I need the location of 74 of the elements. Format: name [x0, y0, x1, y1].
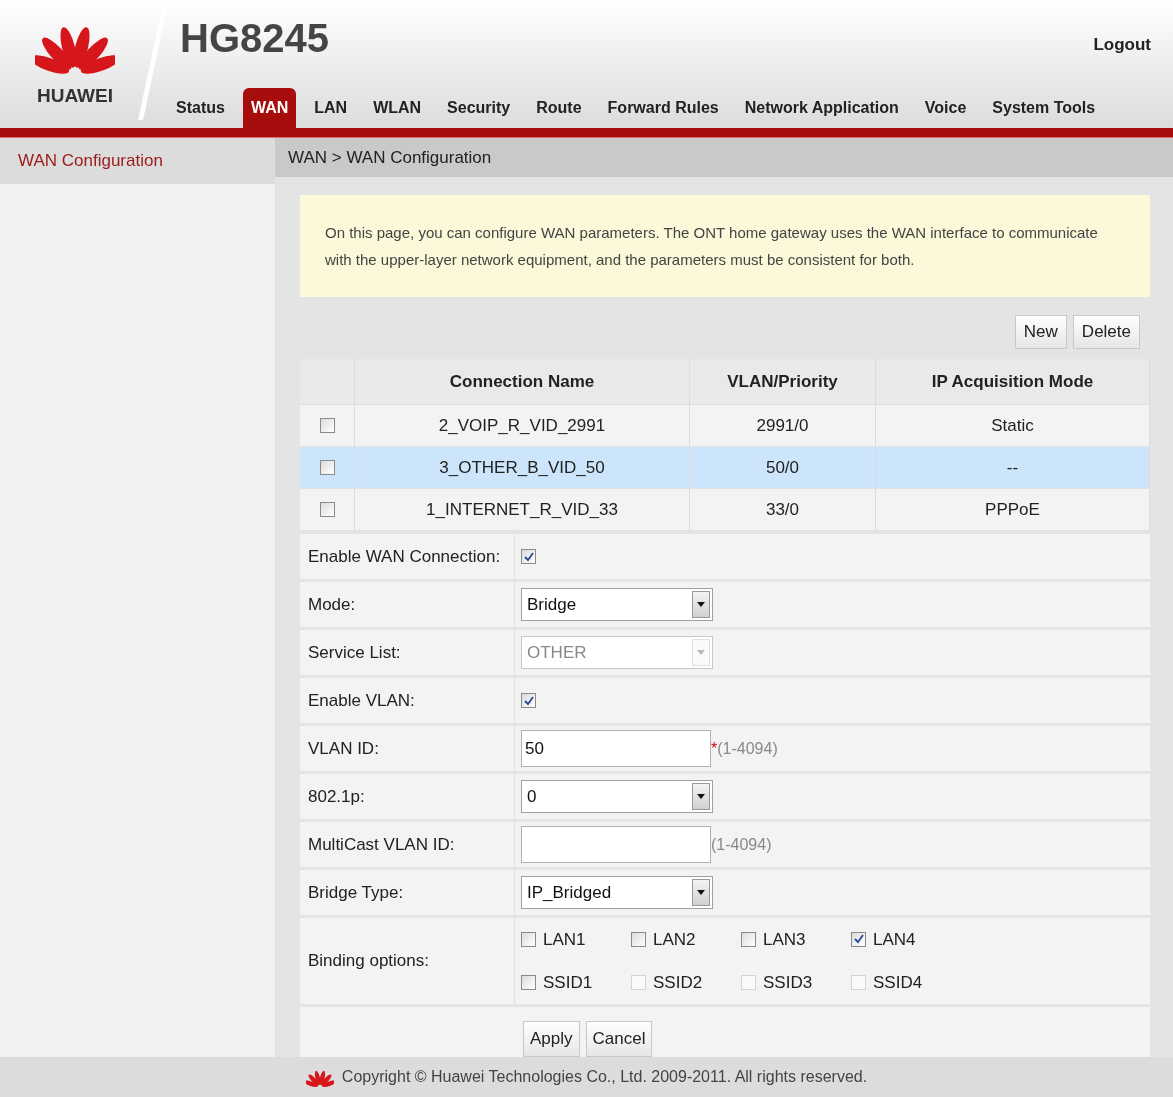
table-row[interactable]: 2_VOIP_R_VID_2991 2991/0 Static [300, 405, 1150, 447]
checkbox[interactable] [319, 418, 335, 433]
table-cell-text: -- [1006, 456, 1019, 479]
dropdown[interactable]: Bridge [521, 588, 713, 621]
check-icon [853, 934, 864, 945]
table-row[interactable]: 1_INTERNET_R_VID_33 33/0 PPPoE [300, 489, 1150, 531]
check-icon [523, 695, 534, 706]
check-icon [523, 551, 534, 562]
field-label: Service List: [308, 641, 401, 664]
checkbox[interactable] [631, 931, 646, 947]
column-header: Connection Name [449, 370, 595, 393]
column-header: IP Acquisition Mode [931, 370, 1094, 393]
field-label: Enable VLAN: [308, 689, 415, 712]
option-label: LAN2 [653, 928, 696, 951]
option-label: SSID4 [873, 972, 923, 994]
column-header: VLAN/Priority [727, 370, 838, 393]
range-hint: (1-4094) [711, 834, 772, 855]
table-cell-text: PPPoE [985, 498, 1040, 521]
nav-tab[interactable]: Forward Rules [599, 88, 727, 128]
copyright-text: Copyright © Huawei Technologies Co., Ltd. 2009-2011. All rights reserved. [341, 1067, 868, 1087]
checkbox[interactable] [741, 931, 756, 947]
brand-name: HUAWEI [37, 84, 113, 108]
input-field[interactable] [521, 826, 711, 863]
table-action-button[interactable]: New [1014, 315, 1067, 349]
checkbox[interactable] [319, 460, 335, 475]
form-button[interactable]: Cancel [585, 1021, 653, 1057]
table-cell-text: 2_VOIP_R_VID_2991 [438, 414, 606, 437]
nav-tab[interactable]: WLAN [365, 88, 430, 128]
notice-text: On this page, you can configure WAN parameters. The ONT home gateway uses the WAN interface to communicate with the upper-layer network equipment, and the parameters must be consistent for both. [300, 195, 1150, 297]
dropdown[interactable]: IP_Bridged [521, 876, 713, 909]
nav-tab[interactable]: System Tools [984, 88, 1104, 128]
nav-tab[interactable]: WAN [242, 88, 297, 128]
model-title: HG8245 [180, 18, 329, 58]
field-label: Binding options: [308, 950, 429, 973]
option-label: LAN3 [763, 928, 806, 951]
option-label: LAN4 [873, 928, 916, 951]
logout-link[interactable]: Logout [1093, 32, 1151, 58]
option-label: LAN1 [543, 928, 586, 951]
table-cell-text: 3_OTHER_B_VID_50 [439, 456, 605, 479]
checkbox[interactable] [521, 931, 536, 947]
checkbox[interactable] [521, 693, 536, 708]
field-label: VLAN ID: [308, 737, 379, 760]
checkbox[interactable] [521, 975, 536, 991]
input-field[interactable]: 50 [521, 730, 711, 767]
table-cell-text: 2991/0 [756, 414, 809, 437]
nav-tab[interactable]: Voice [916, 88, 975, 128]
option-label: SSID3 [763, 972, 813, 994]
option-label: SSID1 [543, 972, 593, 994]
option-label: SSID2 [653, 972, 703, 994]
range-hint: (1-4094) [717, 738, 778, 759]
field-label: Bridge Type: [308, 881, 404, 904]
nav-tab[interactable]: Route [528, 88, 590, 128]
field-label: Enable WAN Connection: [308, 545, 501, 568]
required-mark: * [711, 738, 718, 759]
field-label: 802.1p: [308, 785, 365, 808]
checkbox[interactable] [521, 549, 536, 564]
table-action-button[interactable]: Delete [1072, 315, 1140, 349]
field-label: Mode: [308, 593, 356, 616]
dropdown[interactable]: 0 [521, 780, 713, 813]
table-cell-text: Static [991, 414, 1034, 437]
nav-tab[interactable]: Status [168, 88, 233, 128]
nav-tab[interactable]: LAN [306, 88, 356, 128]
nav-tab[interactable]: Security [439, 88, 519, 128]
checkbox[interactable] [319, 502, 335, 517]
table-cell-text: 1_INTERNET_R_VID_33 [426, 498, 618, 521]
checkbox[interactable] [851, 931, 866, 947]
table-cell-text: 33/0 [765, 498, 800, 521]
table-cell-text: 50/0 [765, 456, 800, 479]
field-label: MultiCast VLAN ID: [308, 833, 455, 856]
breadcrumb: WAN > WAN Configuration [288, 146, 492, 169]
form-button[interactable]: Apply [523, 1021, 580, 1057]
sidebar-item[interactable]: WAN Configuration [0, 138, 275, 184]
table-row[interactable]: 3_OTHER_B_VID_50 50/0 -- [300, 447, 1150, 489]
nav-tab[interactable]: Network Application [736, 88, 907, 128]
